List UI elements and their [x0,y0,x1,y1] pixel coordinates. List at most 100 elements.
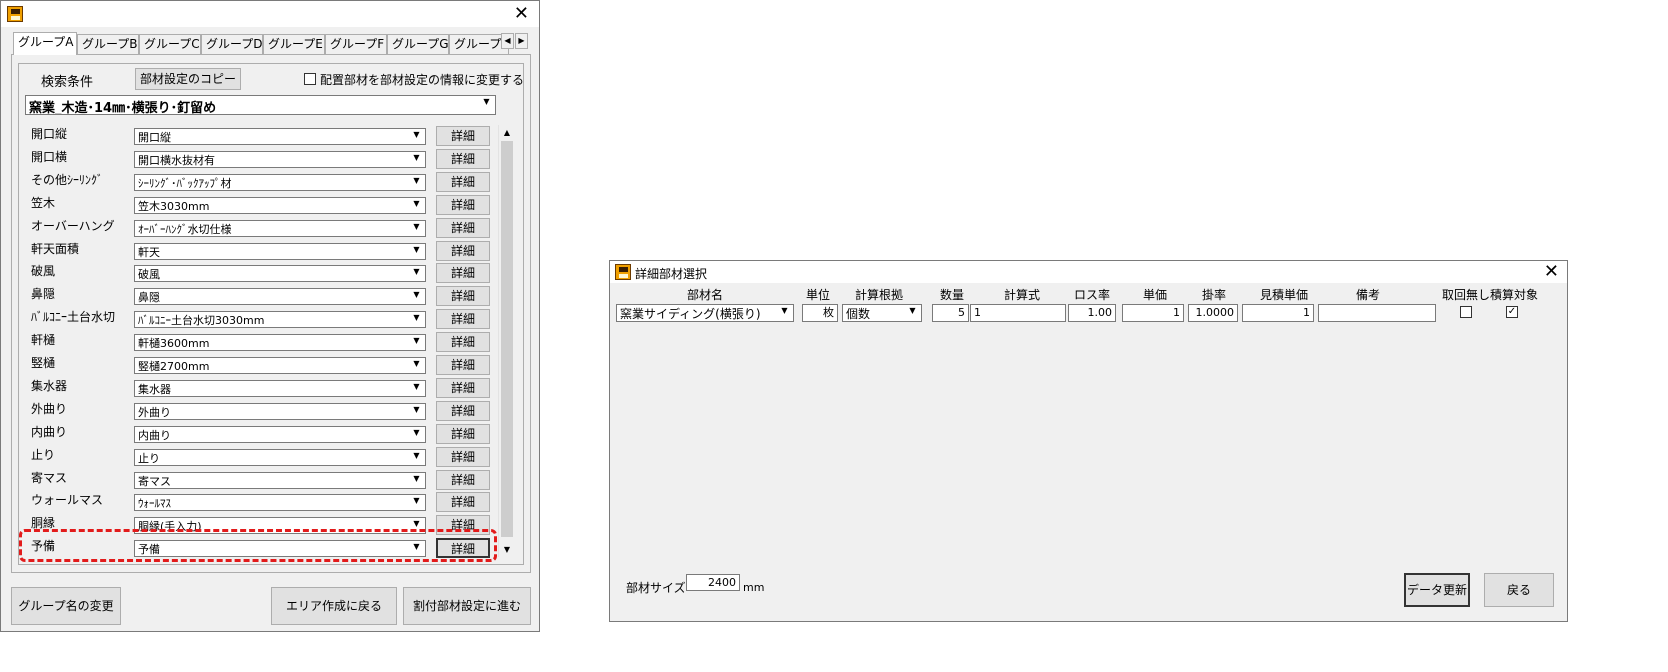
tab-scroll-left-icon[interactable]: ◀ [501,33,514,49]
header-calc-basis: 計算根拠 [854,288,903,302]
part-combo[interactable]: 寄マス ▼ [134,472,426,489]
chevron-down-icon: ▼ [409,153,424,166]
chevron-down-icon: ▼ [777,306,792,320]
detail-button[interactable]: 詳細 [436,355,490,375]
rate-field[interactable]: 1.0000 [1188,304,1238,322]
close-icon[interactable]: ✕ [1544,263,1559,281]
part-combo[interactable]: ﾊﾞﾙｺﾆｰ土台水切3030mm ▼ [134,311,426,328]
part-combo-value: 軒樋3600mm [138,337,210,350]
rename-group-button[interactable]: グループ名の変更 [11,587,121,625]
scroll-thumb[interactable] [501,141,513,537]
tab-5[interactable]: グループE [263,34,325,54]
part-combo-value: ｼｰﾘﾝｸﾞ･ﾊﾞｯｸｱｯﾌﾟ材 [138,177,232,190]
detail-button[interactable]: 詳細 [436,241,490,261]
tab-3[interactable]: グループC [139,34,201,54]
loss-rate-field[interactable]: 1.00 [1068,304,1116,322]
unit-price-field[interactable]: 1 [1122,304,1184,322]
parts-scrollbar[interactable]: ▲ ▼ [498,125,515,557]
part-label: 開口横 [31,150,68,164]
chevron-down-icon: ▼ [409,313,424,326]
part-size-label: 部材サイズ [626,581,686,595]
calc-basis-value: 個数 [846,307,871,321]
calc-basis-combo[interactable]: 個数 ▼ [842,304,922,322]
tab-2[interactable]: グループB [77,34,139,54]
part-combo[interactable]: 竪樋2700mm ▼ [134,357,426,374]
header-estimate-target: 積算対象 [1489,288,1538,302]
part-combo[interactable]: 鼻隠 ▼ [134,288,426,305]
detail-button[interactable]: 詳細 [436,218,490,238]
part-combo[interactable]: 笠木3030mm ▼ [134,197,426,214]
part-size-field[interactable]: 2400 [686,574,740,591]
detail-button[interactable]: 詳細 [436,286,490,306]
part-label: 鼻隠 [31,287,56,301]
highlight-box [19,529,497,562]
close-icon[interactable]: ✕ [514,5,529,23]
part-combo[interactable]: 外曲り ▼ [134,403,426,420]
chevron-down-icon: ▼ [905,306,920,320]
copy-settings-button[interactable]: 部材設定のコピー [135,68,241,90]
part-combo[interactable]: 開口横水抜材有 ▼ [134,151,426,168]
part-combo[interactable]: 内曲り ▼ [134,426,426,443]
detail-button[interactable]: 詳細 [436,309,490,329]
header-loss-rate: ロス率 [1073,288,1110,302]
chevron-down-icon: ▼ [409,176,424,189]
part-combo[interactable]: 開口縦 ▼ [134,128,426,145]
tab-4[interactable]: グループD [201,34,263,54]
quantity-field[interactable]: 5 [932,304,969,322]
tab-1[interactable]: グループA [13,32,77,55]
detail-button[interactable]: 詳細 [436,149,490,169]
formula-field[interactable]: 1 [970,304,1066,322]
detail-button[interactable]: 詳細 [436,195,490,215]
part-label: 軒天面積 [31,242,80,256]
part-combo[interactable]: 軒樋3600mm ▼ [134,334,426,351]
back-to-area-button[interactable]: エリア作成に戻る [271,587,397,625]
part-combo[interactable]: 軒天 ▼ [134,243,426,260]
part-combo[interactable]: 止り ▼ [134,449,426,466]
est-unit-price-field[interactable]: 1 [1242,304,1314,322]
part-name-combo[interactable]: 窯業サイディング(横張り) ▼ [616,304,794,322]
detail-button[interactable]: 詳細 [436,492,490,512]
part-combo-value: 内曲り [138,429,171,442]
estimate-target-checkbox[interactable]: ✓ [1506,306,1518,318]
chevron-down-icon: ▼ [409,222,424,235]
detail-button[interactable]: 詳細 [436,378,490,398]
part-combo[interactable]: ｳｫｰﾙﾏｽ ▼ [134,494,426,511]
remarks-field[interactable] [1318,304,1436,322]
detail-button[interactable]: 詳細 [436,332,490,352]
scroll-up-icon[interactable]: ▲ [499,125,515,140]
header-rate: 掛率 [1201,288,1226,302]
detail-button[interactable]: 詳細 [436,470,490,490]
search-condition-combo[interactable]: 窯業_木造･14㎜･横張り･釘留め ▼ [25,95,496,115]
no-recovery-checkbox[interactable] [1460,306,1472,318]
window-title: 詳細部材選択 [635,267,708,281]
part-combo[interactable]: 集水器 ▼ [134,380,426,397]
scroll-down-icon[interactable]: ▼ [499,542,515,557]
tab-6[interactable]: グループF [325,34,387,54]
part-combo[interactable]: ｵｰﾊﾞｰﾊﾝｸﾞ水切仕様 ▼ [134,220,426,237]
next-to-allocation-button[interactable]: 割付部材設定に進む [403,587,531,625]
update-placed-parts-label: 配置部材を部材設定の情報に変更する [320,73,525,87]
chevron-down-icon: ▼ [409,382,424,395]
part-label: 竪樋 [31,356,56,370]
tab-7[interactable]: グループG [387,34,449,54]
update-placed-parts-checkbox[interactable] [304,73,316,85]
detail-button[interactable]: 詳細 [436,172,490,192]
part-combo[interactable]: 破風 ▼ [134,265,426,282]
unit-field[interactable]: 枚 [802,304,838,322]
tab-8[interactable]: グループH [449,34,510,54]
part-combo[interactable]: ｼｰﾘﾝｸﾞ･ﾊﾞｯｸｱｯﾌﾟ材 ▼ [134,174,426,191]
detail-button[interactable]: 詳細 [436,263,490,283]
detail-button[interactable]: 詳細 [436,401,490,421]
detail-button[interactable]: 詳細 [436,447,490,467]
update-data-button[interactable]: データ更新 [1404,573,1470,607]
detail-button[interactable]: 詳細 [436,424,490,444]
detail-button[interactable]: 詳細 [436,126,490,146]
detail-parts-window: 詳細部材選択 ✕ 部材名 単位 計算根拠 数量 計算式 ロス率 単価 掛率 見積… [609,260,1568,622]
app-icon [7,6,23,22]
header-unit-price: 単価 [1142,288,1167,302]
part-label: その他ｼｰﾘﾝｸﾞ [31,173,104,187]
header-formula: 計算式 [1003,288,1040,302]
tab-scroll-right-icon[interactable]: ▶ [515,33,528,49]
back-button[interactable]: 戻る [1484,573,1554,607]
part-combo-value: 竪樋2700mm [138,360,210,373]
